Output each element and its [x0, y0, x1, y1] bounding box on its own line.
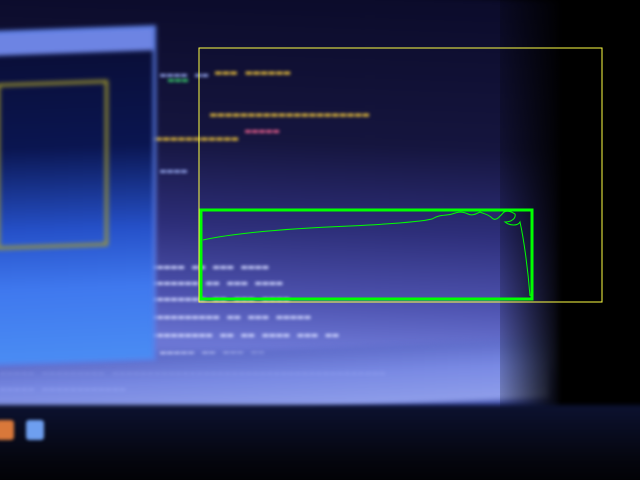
green-contour [202, 210, 531, 297]
green-detection-box [199, 208, 534, 301]
yellow-detection-box [198, 47, 603, 303]
detection-overlay [198, 47, 603, 303]
